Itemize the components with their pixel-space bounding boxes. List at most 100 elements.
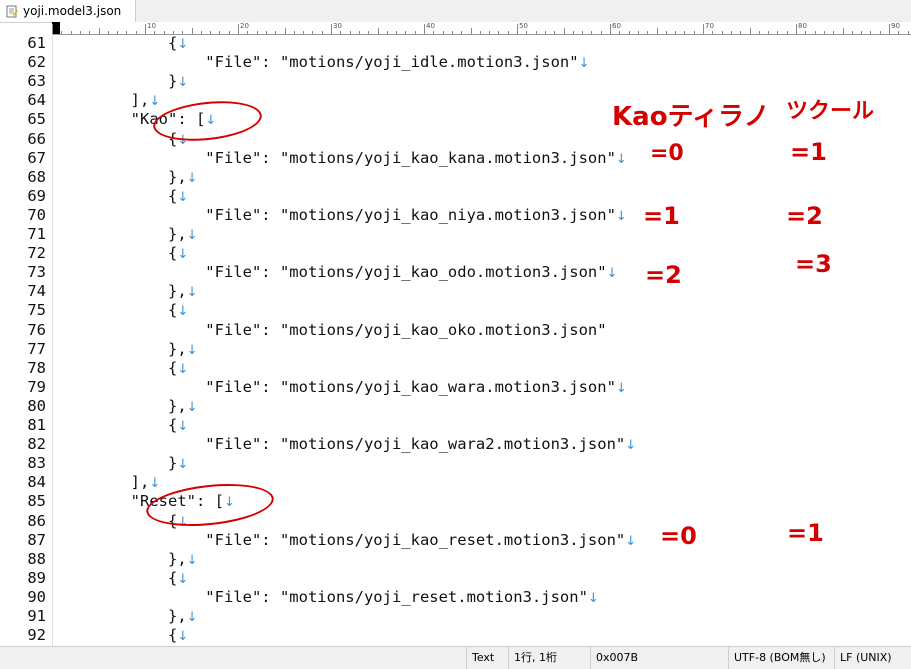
line-number: 61 xyxy=(27,34,46,52)
code-line[interactable]: ],↓ xyxy=(56,91,161,110)
code-text: "File": "motions/yoji_kao_odo.motion3.js… xyxy=(56,263,607,282)
code-text: { xyxy=(56,301,178,320)
code-text: { xyxy=(56,416,178,434)
code-line[interactable]: }↓ xyxy=(56,454,188,473)
code-text: "File": "motions/yoji_kao_niya.motion3.j… xyxy=(56,205,616,224)
line-number: 76 xyxy=(27,320,46,339)
newline-marker-icon: ↓ xyxy=(177,361,189,377)
code-line[interactable]: {↓ xyxy=(56,416,188,435)
status-encoding[interactable]: UTF-8 (BOM無し) xyxy=(728,647,834,669)
code-text: "File": "motions/yoji_reset.motion3.json… xyxy=(56,587,588,606)
code-text: }, xyxy=(56,167,187,186)
line-number: 71 xyxy=(27,225,46,243)
newline-marker-icon: ↓ xyxy=(625,533,637,549)
ruler-label: 90 xyxy=(891,22,900,30)
line-number: 80 xyxy=(27,396,46,415)
code-line[interactable]: "File": "motions/yoji_kao_oko.motion3.js… xyxy=(56,320,607,340)
line-number-gutter: 61 62 63 64 65 66 67 68 69 70 71 72 73 74 75 76 77 78 79 80… xyxy=(0,34,53,646)
line-number: 79 xyxy=(27,377,46,396)
code-line[interactable]: "File": "motions/yoji_kao_kana.motion3.j… xyxy=(56,149,627,168)
code-text: }, xyxy=(56,282,187,301)
newline-marker-icon: ↓ xyxy=(615,208,627,224)
code-line[interactable]: },↓ xyxy=(56,550,198,569)
code-line[interactable]: },↓ xyxy=(56,340,198,359)
line-number: 65 xyxy=(27,110,46,129)
code-text: ], xyxy=(56,91,150,110)
newline-marker-icon: ↓ xyxy=(615,151,627,167)
code-text: { xyxy=(56,358,178,377)
line-number: 90 xyxy=(27,587,46,606)
code-text: { xyxy=(56,244,178,263)
ruler-tick xyxy=(331,24,332,34)
line-number: 89 xyxy=(27,568,46,587)
line-number: 74 xyxy=(27,282,46,301)
code-line[interactable]: "File": "motions/yoji_kao_odo.motion3.js… xyxy=(56,263,617,282)
newline-marker-icon: ↓ xyxy=(186,285,198,301)
annotation-kana-tsukuru: =1 xyxy=(790,138,827,166)
ruler-tick xyxy=(424,24,425,34)
ruler-label: 10 xyxy=(147,22,156,30)
ruler-tick xyxy=(238,24,239,34)
newline-marker-icon: ↓ xyxy=(177,419,189,434)
code-line[interactable]: "File": "motions/yoji_kao_reset.motion3.… xyxy=(56,531,636,550)
ruler-label: 80 xyxy=(798,22,807,30)
code-line[interactable]: "File": "motions/yoji_reset.motion3.json… xyxy=(56,588,599,607)
ruler-label: 70 xyxy=(705,22,714,30)
line-number: 82 xyxy=(27,435,46,454)
newline-marker-icon: ↓ xyxy=(186,170,198,186)
code-line[interactable]: {↓ xyxy=(56,569,188,588)
code-text: "File": "motions/yoji_kao_oko.motion3.js… xyxy=(56,320,607,339)
newline-marker-icon: ↓ xyxy=(177,37,189,52)
line-number: 70 xyxy=(27,205,46,224)
line-number: 73 xyxy=(27,263,46,282)
line-number: 92 xyxy=(27,626,46,645)
code-line[interactable]: {↓ xyxy=(56,359,188,378)
code-line[interactable]: "File": "motions/yoji_kao_niya.motion3.j… xyxy=(56,206,627,225)
text-file-icon xyxy=(6,5,18,18)
code-line[interactable]: {↓ xyxy=(56,244,188,263)
code-line[interactable]: },↓ xyxy=(56,282,198,301)
newline-marker-icon: ↓ xyxy=(177,304,189,320)
line-number: 62 xyxy=(27,53,46,72)
code-line[interactable]: "File": "motions/yoji_kao_wara2.motion3.… xyxy=(56,435,636,454)
code-line[interactable]: {↓ xyxy=(56,626,188,645)
ruler-label: 40 xyxy=(426,22,435,30)
newline-marker-icon: ↓ xyxy=(177,247,189,263)
code-line[interactable]: },↓ xyxy=(56,225,198,244)
line-number: 64 xyxy=(27,91,46,110)
annotation-kana-kao: =0 xyxy=(650,141,684,166)
ruler-tick xyxy=(517,24,518,34)
newline-marker-icon: ↓ xyxy=(177,457,189,473)
code-line[interactable]: }↓ xyxy=(56,72,188,91)
newline-marker-icon: ↓ xyxy=(177,629,189,645)
code-text: ], xyxy=(56,473,150,492)
code-text: { xyxy=(56,186,178,205)
line-number: 81 xyxy=(27,416,46,434)
status-char-code: 0x007B xyxy=(590,647,728,669)
code-text: "File": "motions/yoji_kao_wara.motion3.j… xyxy=(56,377,616,396)
status-line-ending[interactable]: LF (UNIX) xyxy=(834,647,911,669)
code-line[interactable]: "File": "motions/yoji_kao_wara.motion3.j… xyxy=(56,378,627,397)
newline-marker-icon: ↓ xyxy=(177,75,189,91)
code-line[interactable]: },↓ xyxy=(56,397,198,416)
status-mode[interactable]: Text xyxy=(466,647,512,669)
code-line[interactable]: {↓ xyxy=(56,34,188,53)
code-line[interactable]: },↓ xyxy=(56,607,198,626)
file-tab[interactable]: yoji.model3.json xyxy=(0,0,137,22)
newline-marker-icon: ↓ xyxy=(149,476,161,492)
code-line[interactable]: {↓ xyxy=(56,187,188,206)
code-line[interactable]: ],↓ xyxy=(56,473,161,492)
newline-marker-icon: ↓ xyxy=(149,94,161,110)
code-line[interactable]: {↓ xyxy=(56,301,188,320)
code-line[interactable]: },↓ xyxy=(56,168,198,187)
newline-marker-icon: ↓ xyxy=(606,266,618,282)
annotation-niya-kao: =1 xyxy=(643,202,680,230)
ruler-cursor-marker xyxy=(52,22,60,34)
annotation-niya-tsukuru: =2 xyxy=(786,202,823,230)
newline-marker-icon: ↓ xyxy=(186,399,198,415)
line-number: 72 xyxy=(27,244,46,263)
code-line[interactable]: "File": "motions/yoji_idle.motion3.json"… xyxy=(56,53,589,72)
status-bar: Text 1行, 1桁 0x007B UTF-8 (BOM無し) LF (UNI… xyxy=(0,646,911,669)
annotation-header-tsukuru: ツクール xyxy=(786,99,875,124)
code-text: } xyxy=(56,72,178,91)
